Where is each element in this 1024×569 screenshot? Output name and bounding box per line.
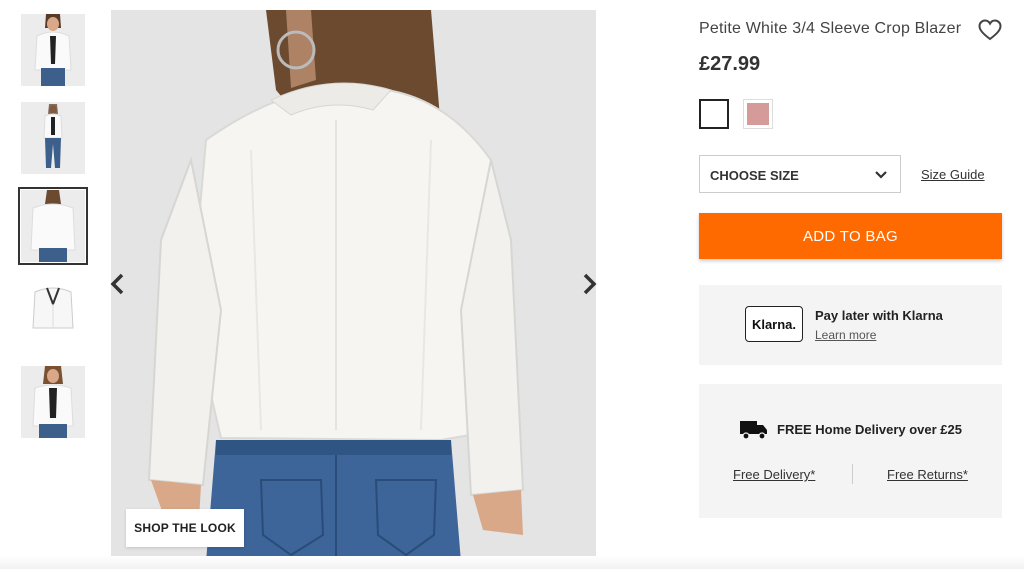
truck-icon [740,421,767,440]
product-photo [111,10,596,562]
free-returns-link[interactable]: Free Returns* [887,467,968,482]
previous-image-button[interactable] [104,270,132,298]
color-swatch-white[interactable] [699,99,729,129]
product-price: £27.99 [699,53,761,75]
main-product-image [111,10,596,562]
delivery-panel: FREE Home Delivery over £25 Free Deliver… [699,384,1002,518]
size-guide-link[interactable]: Size Guide [921,167,985,182]
thumbnail-image [21,190,85,262]
size-dropdown[interactable]: CHOOSE SIZE [699,155,901,193]
thumbnail-image [21,278,85,350]
chevron-right-icon [583,273,597,295]
free-delivery-link[interactable]: Free Delivery* [733,467,815,482]
klarna-logo: Klarna. [745,306,803,342]
product-title: Petite White 3/4 Sleeve Crop Blazer [699,20,962,37]
swatch-color [747,103,769,125]
klarna-panel: Klarna. Pay later with Klarna Learn more [699,285,1002,365]
add-to-bag-button[interactable]: ADD TO BAG [699,213,1002,259]
thumbnail-image [21,366,85,438]
bottom-edge [0,556,1024,569]
chevron-left-icon [110,273,124,295]
delivery-headline: FREE Home Delivery over £25 [777,422,962,437]
thumbnail-5[interactable] [21,366,85,438]
size-dropdown-label: CHOOSE SIZE [710,168,799,183]
heart-icon [978,19,1002,41]
thumbnail-1[interactable] [21,14,85,86]
klarna-learn-more-link[interactable]: Learn more [815,328,876,342]
thumbnail-4[interactable] [21,278,85,350]
next-image-button[interactable] [575,270,603,298]
thumbnail-2[interactable] [21,102,85,174]
shop-the-look-button[interactable]: SHOP THE LOOK [126,509,244,547]
thumbnail-3[interactable] [18,187,88,265]
color-swatch-pink[interactable] [743,99,773,129]
chevron-down-icon [875,171,887,179]
klarna-title: Pay later with Klarna [815,308,943,323]
wishlist-button[interactable] [978,19,1002,41]
thumbnail-image [21,14,85,86]
divider [852,464,853,484]
thumbnail-image [21,102,85,174]
